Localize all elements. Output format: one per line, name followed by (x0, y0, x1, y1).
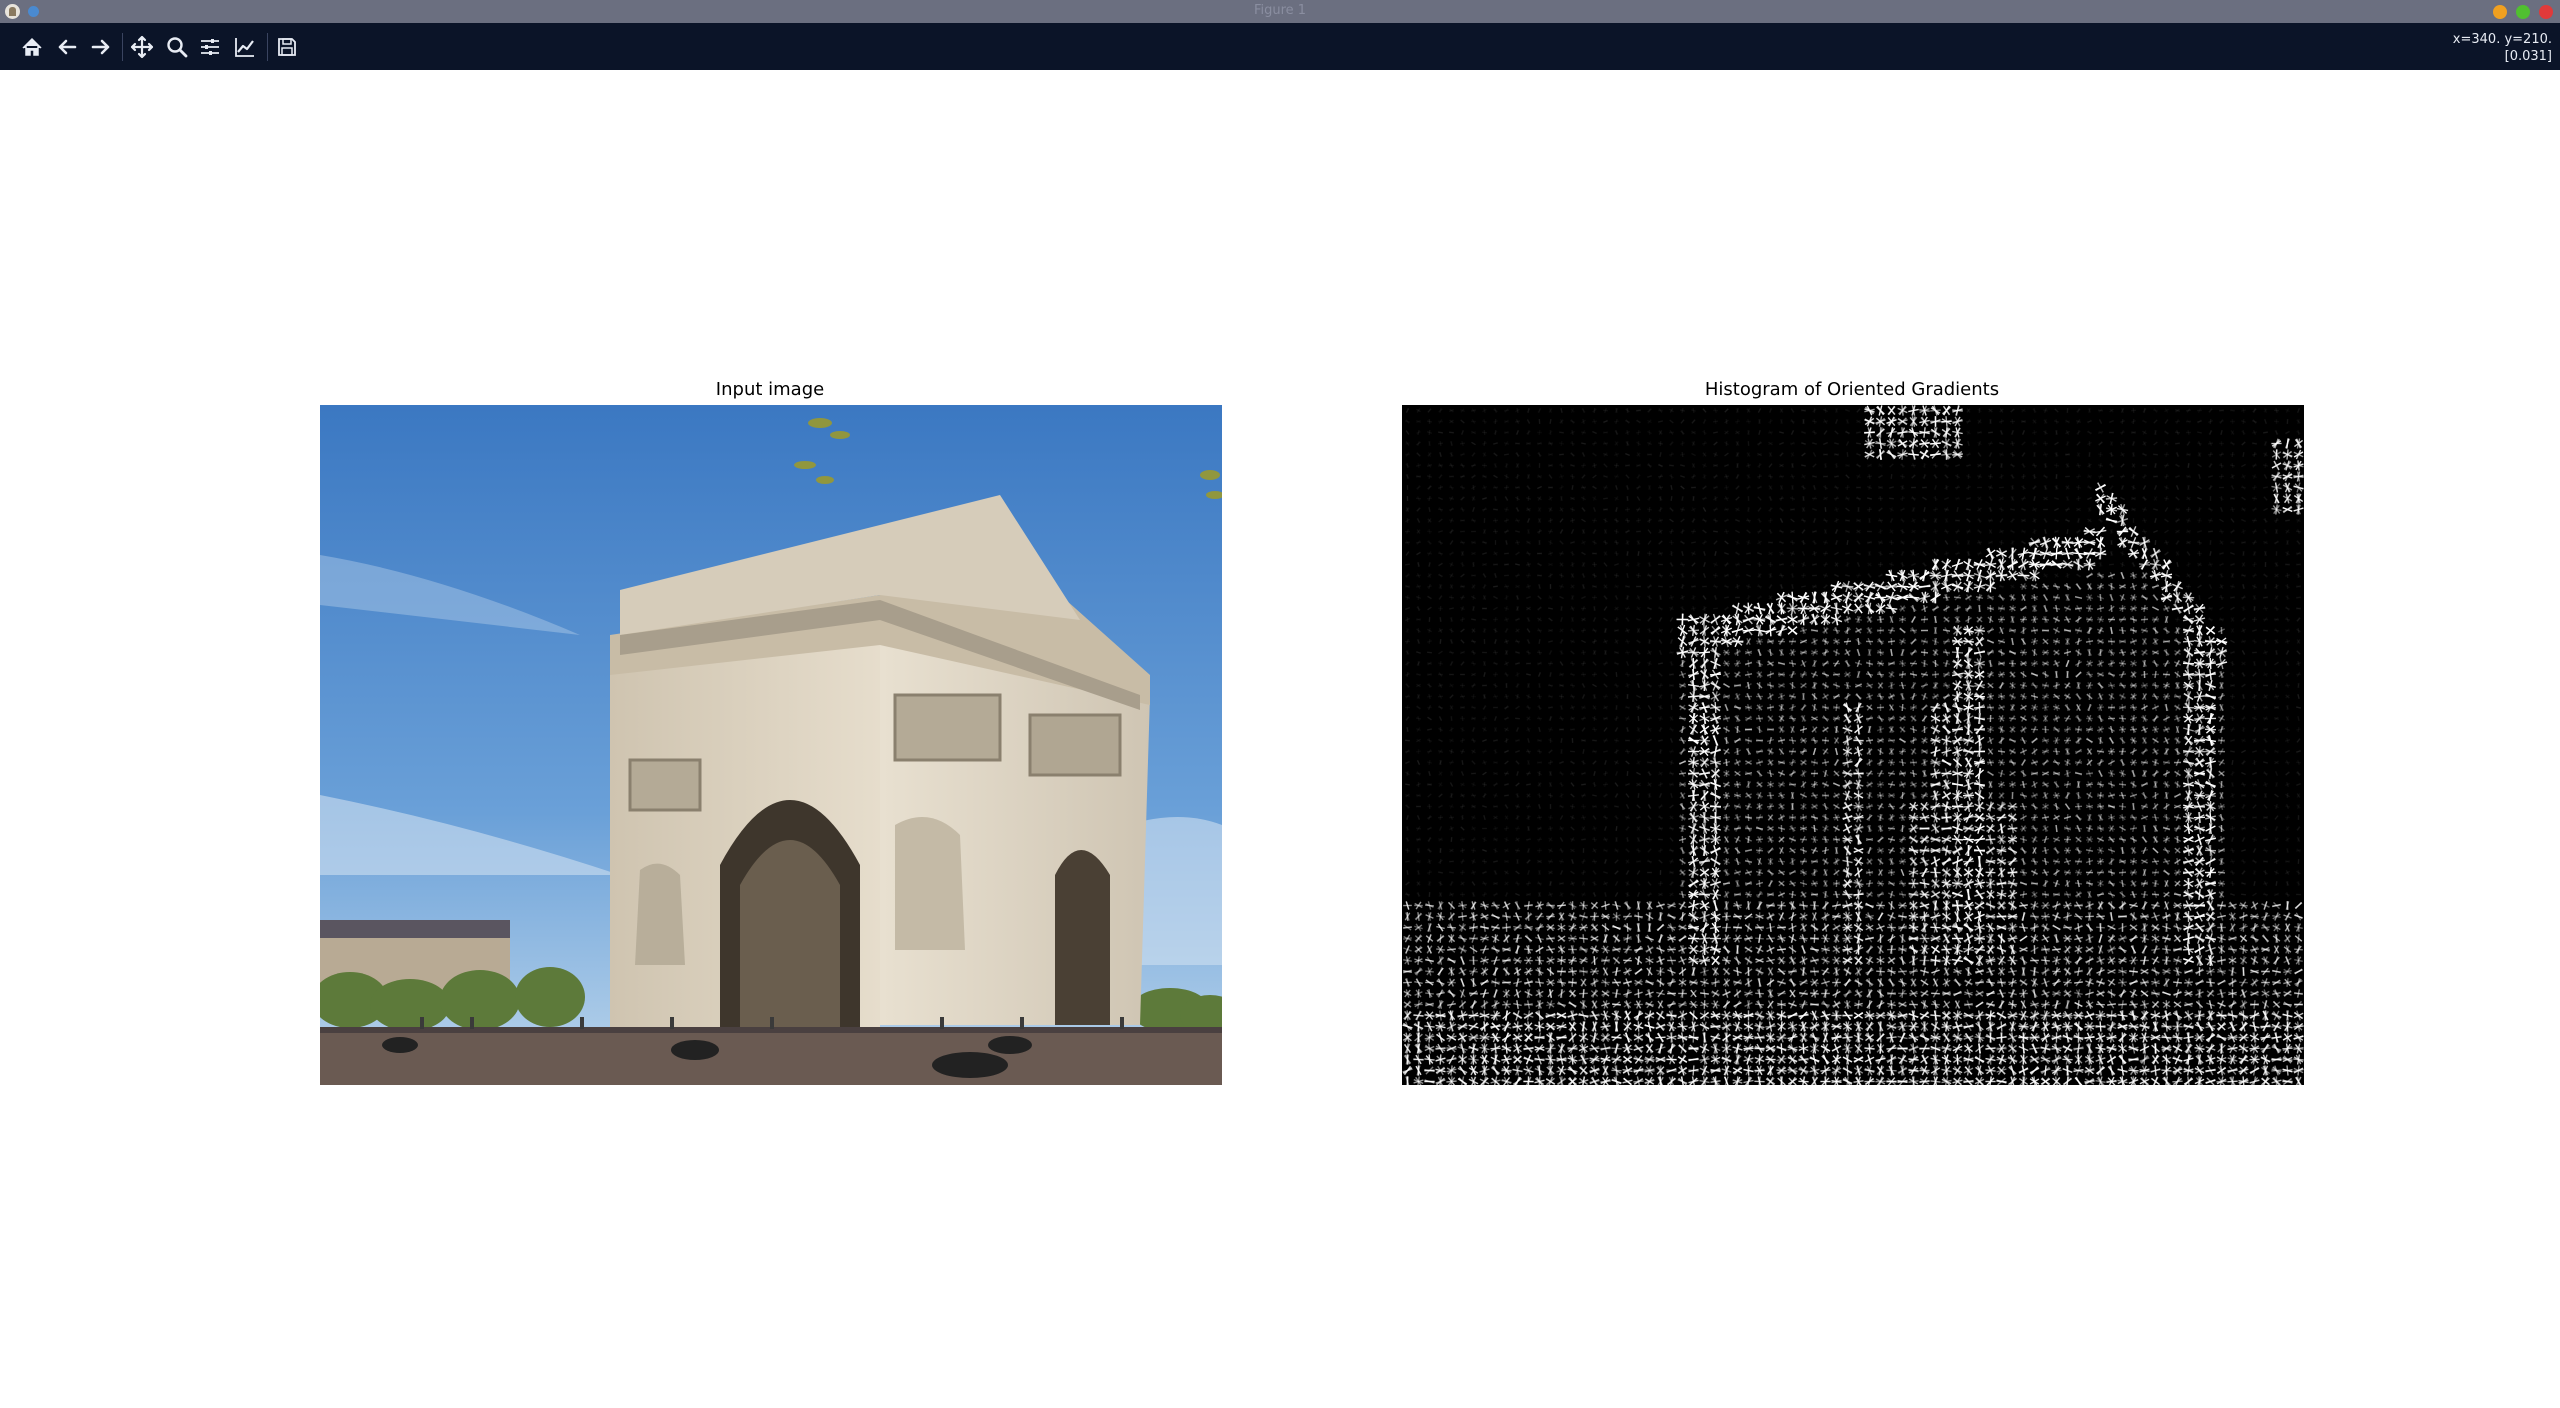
home-button[interactable] (19, 34, 45, 60)
zoom-button[interactable] (164, 34, 190, 60)
pan-button[interactable] (129, 34, 155, 60)
left-axes-title: Input image (715, 379, 825, 400)
input-image-panel[interactable] (320, 405, 1222, 1085)
window-titlebar: Figure 1 (0, 0, 2560, 23)
home-icon (22, 37, 42, 56)
coords-value: [0.031] (2504, 49, 2552, 64)
toolbar-separator (122, 33, 123, 61)
subplots-icon (201, 39, 219, 55)
arc-de-triomphe-photo (320, 405, 1222, 1085)
edit-axes-icon (235, 38, 254, 57)
navigation-toolbar: x=340. y=210. [0.031] (0, 23, 2560, 70)
right-axes-title: Histogram of Oriented Gradients (1704, 379, 2000, 400)
close-button[interactable] (2539, 5, 2553, 19)
back-arrow-icon (58, 39, 77, 55)
subplots-button[interactable] (197, 34, 223, 60)
pan-icon (130, 35, 154, 59)
forward-arrow-icon (91, 39, 110, 55)
window-title: Figure 1 (1253, 3, 1307, 18)
coords-position: x=340. y=210. (2452, 32, 2552, 47)
edit-axes-button[interactable] (232, 34, 258, 60)
save-button[interactable] (274, 34, 300, 60)
forward-button[interactable] (88, 34, 114, 60)
cursor-coordinates: x=340. y=210. [0.031] (2453, 31, 2552, 65)
toolbar-separator (267, 33, 268, 61)
back-button[interactable] (54, 34, 80, 60)
maximize-button[interactable] (2516, 5, 2530, 19)
save-icon (278, 38, 296, 56)
zoom-icon (167, 37, 188, 58)
minimize-button[interactable] (2493, 5, 2507, 19)
hog-visualization (1402, 405, 2304, 1085)
hog-image-panel[interactable] (1402, 405, 2304, 1085)
